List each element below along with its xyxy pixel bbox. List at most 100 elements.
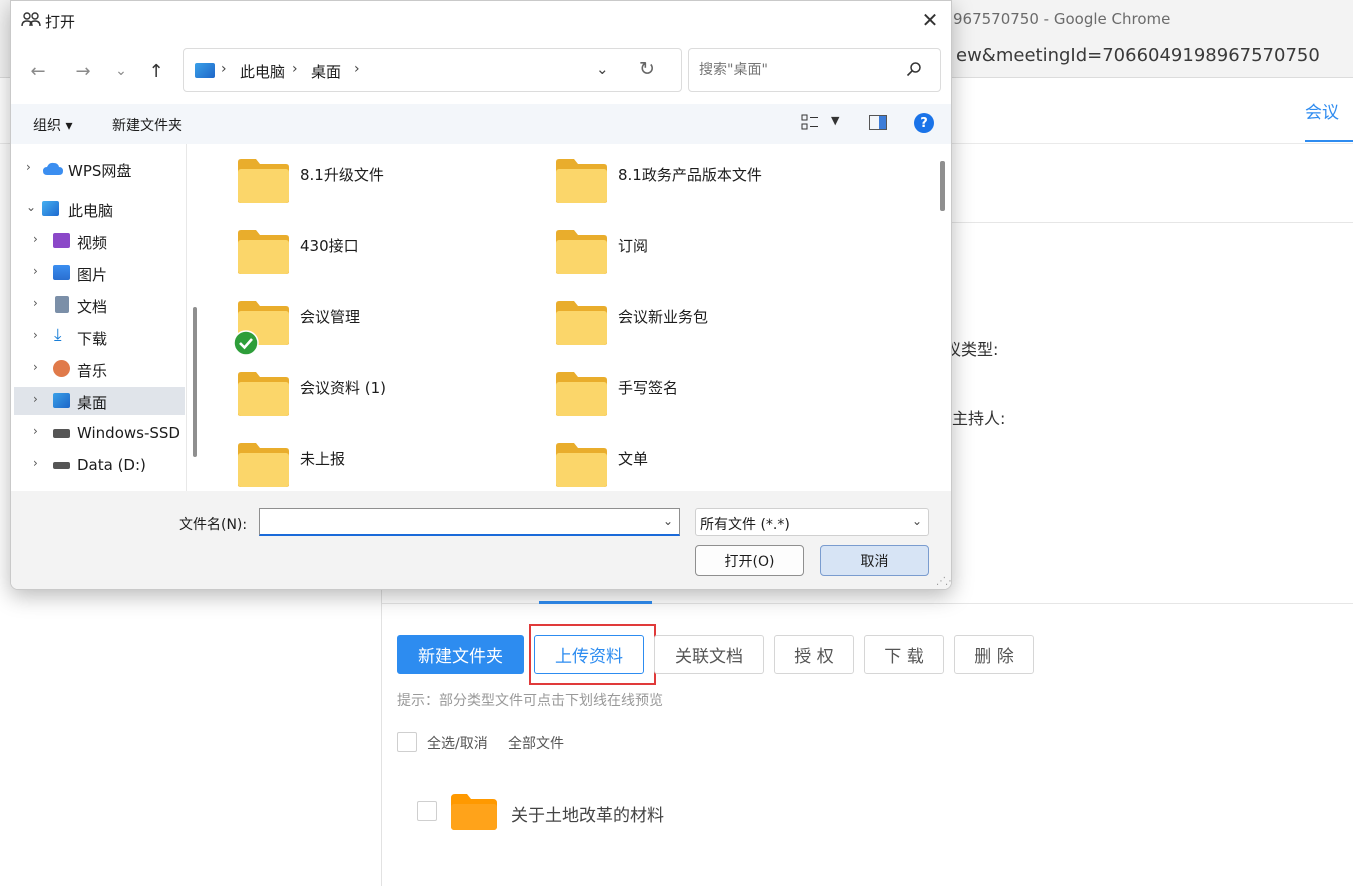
folder-item[interactable]: 会议资料 (1) (206, 357, 486, 417)
forward-arrow-icon[interactable]: → (68, 57, 98, 85)
browser-url[interactable]: ew&meetingId=7066049198967570750 (956, 45, 1320, 66)
navigation-scrollbar[interactable] (193, 307, 197, 457)
address-history-chevron-icon[interactable]: ⌄ (596, 60, 609, 78)
search-input[interactable] (688, 48, 941, 92)
picture-icon (53, 265, 70, 280)
folder-item[interactable]: 文单 (524, 428, 804, 488)
new-folder-command[interactable]: 新建文件夹 (112, 115, 182, 135)
select-all-label[interactable]: 全选/取消 (427, 733, 488, 753)
chevron-right-icon[interactable]: › (33, 296, 38, 310)
nav-item-label: 此电脑 (68, 202, 114, 220)
nav-item-music[interactable]: › 音乐 (11, 355, 186, 383)
organize-menu[interactable]: 组织 ▾ (33, 115, 72, 135)
nav-item-label: WPS网盘 (68, 162, 132, 180)
up-arrow-icon[interactable]: ↑ (141, 57, 171, 85)
all-files-breadcrumb[interactable]: 全部文件 (508, 733, 564, 753)
chevron-right-icon[interactable]: › (33, 424, 38, 438)
folder-item[interactable]: 订阅 (524, 215, 804, 275)
preview-pane-icon[interactable] (869, 115, 887, 130)
file-list-scrollbar[interactable] (940, 161, 945, 211)
chevron-right-icon[interactable]: › (33, 360, 38, 374)
nav-item-videos[interactable]: › 视频 (11, 227, 186, 255)
download-button[interactable]: 下 载 (864, 635, 944, 674)
folder-item[interactable]: 8.1升级文件 (206, 144, 486, 204)
file-type-select[interactable]: 所有文件 (*.*) ⌄ (695, 508, 929, 536)
view-mode-icon[interactable] (801, 114, 819, 130)
delete-button[interactable]: 删 除 (954, 635, 1034, 674)
refresh-icon[interactable]: ↻ (639, 58, 655, 80)
this-pc-icon (195, 63, 215, 78)
new-folder-button[interactable]: 新建文件夹 (397, 635, 524, 674)
back-arrow-icon[interactable]: ← (23, 57, 53, 85)
select-all-checkbox[interactable] (397, 732, 417, 752)
download-icon: ⤓ (54, 325, 62, 345)
music-icon (53, 360, 70, 377)
file-row-name[interactable]: 关于土地改革的材料 (511, 801, 664, 826)
nav-item-data-drive[interactable]: › Data (D:) (11, 451, 186, 479)
open-file-dialog: 打开 ✕ ← → ⌄ ↑ › 此电脑 › 桌面 › ⌄ ↻ 组织 ▾ 新建文件夹… (10, 0, 952, 590)
address-breadcrumb-bar[interactable]: › 此电脑 › 桌面 › ⌄ ↻ (183, 48, 682, 92)
chevron-right-icon[interactable]: › (26, 160, 31, 174)
search-icon[interactable] (906, 61, 922, 77)
nav-item-wps-drive[interactable]: › WPS网盘 (11, 155, 186, 183)
folder-name: 文单 (618, 450, 649, 468)
meeting-type-label: 议类型: (945, 340, 999, 359)
breadcrumb-this-pc[interactable]: 此电脑 (240, 61, 285, 82)
folder-item[interactable]: 430接口 (206, 215, 486, 275)
chevron-right-icon[interactable]: › (33, 264, 38, 278)
folder-name: 430接口 (300, 237, 359, 255)
nav-item-documents[interactable]: › 文档 (11, 291, 186, 319)
folder-name: 会议新业务包 (618, 308, 709, 326)
nav-item-label: 图片 (77, 266, 108, 284)
browser-title: 967570750 - Google Chrome (953, 10, 1171, 28)
authorize-button[interactable]: 授 权 (774, 635, 854, 674)
file-row-checkbox[interactable] (417, 801, 437, 821)
breadcrumb-separator-icon: › (292, 61, 298, 77)
filename-history-chevron-icon[interactable]: ⌄ (663, 514, 673, 528)
folder-item[interactable]: 会议管理 (206, 286, 486, 356)
nav-item-label: 音乐 (77, 362, 108, 380)
breadcrumb-separator-icon: › (221, 61, 227, 77)
chevron-right-icon[interactable]: › (33, 456, 38, 470)
open-button[interactable]: 打开(O) (695, 545, 804, 576)
folder-icon (238, 372, 289, 416)
dialog-title: 打开 (45, 13, 76, 31)
meeting-host-label: 主持人: (952, 409, 1006, 428)
sync-check-icon (233, 330, 259, 356)
folder-icon (556, 301, 607, 345)
filename-input[interactable] (259, 508, 680, 536)
link-document-button[interactable]: 关联文档 (654, 635, 764, 674)
nav-item-this-pc[interactable]: ⌄ 此电脑 (11, 195, 186, 223)
breadcrumb-desktop[interactable]: 桌面 (311, 61, 341, 82)
navigation-pane: › WPS网盘 ⌄ 此电脑 › 视频 › 图片 › 文档 › ⤓ 下载 › 音乐… (11, 144, 187, 491)
help-icon[interactable]: ? (914, 113, 934, 133)
breadcrumb-separator-icon[interactable]: › (354, 61, 360, 77)
cancel-button[interactable]: 取消 (820, 545, 929, 576)
nav-item-label: 文档 (77, 298, 108, 316)
nav-item-downloads[interactable]: › ⤓ 下载 (11, 323, 186, 351)
nav-item-desktop[interactable]: › 桌面 (14, 387, 185, 415)
recent-locations-chevron-icon[interactable]: ⌄ (106, 57, 136, 85)
header-tab-meeting[interactable]: 会议 (1305, 98, 1339, 123)
folder-item[interactable]: 手写签名 (524, 357, 804, 417)
chevron-down-icon[interactable]: ⌄ (26, 200, 36, 214)
chevron-right-icon[interactable]: › (33, 328, 38, 342)
drive-icon (53, 429, 70, 438)
folder-icon (556, 230, 607, 274)
folder-icon (238, 443, 289, 487)
nav-item-pictures[interactable]: › 图片 (11, 259, 186, 287)
folder-item[interactable]: 会议新业务包 (524, 286, 804, 346)
nav-item-windows-ssd[interactable]: › Windows-SSD ( (11, 419, 186, 447)
folder-name: 会议资料 (1) (300, 379, 387, 397)
close-icon[interactable]: ✕ (909, 5, 951, 35)
view-mode-dropdown-icon[interactable]: ▼ (831, 114, 839, 127)
folder-name: 8.1政务产品版本文件 (618, 166, 762, 184)
resize-grip-icon[interactable]: ⋰⋰ (936, 576, 951, 587)
folder-item[interactable]: 8.1政务产品版本文件 (524, 144, 804, 204)
nav-item-label: 视频 (77, 234, 108, 252)
folder-item[interactable]: 未上报 (206, 428, 486, 488)
folder-name: 手写签名 (618, 379, 679, 397)
chevron-right-icon[interactable]: › (33, 392, 38, 406)
folder-name: 未上报 (300, 450, 346, 468)
chevron-right-icon[interactable]: › (33, 232, 38, 246)
